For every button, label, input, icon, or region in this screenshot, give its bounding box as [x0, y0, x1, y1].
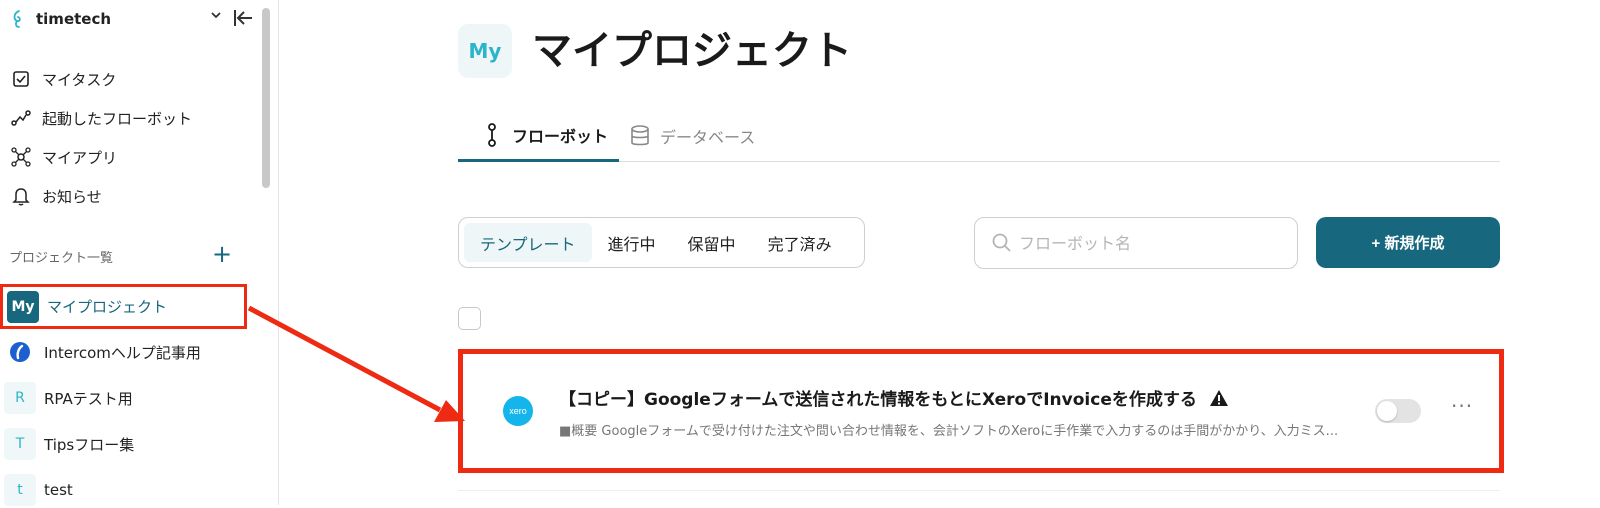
workspace-name: timetech — [36, 10, 112, 28]
project-item-test[interactable]: t test — [4, 472, 244, 508]
project-label: マイプロジェクト — [47, 298, 168, 316]
sidebar-divider — [278, 0, 279, 505]
flowbot-description: ■概要 Googleフォームで受け付けた注文や問い合わせ情報を、会計ソフトのXe… — [559, 424, 1339, 439]
tab-bar: フローボット データベース — [458, 110, 1500, 162]
page-title: マイプロジェクト — [532, 28, 852, 74]
yoom-logo-icon — [10, 9, 26, 29]
next-card-edge — [458, 490, 1500, 505]
collapse-sidebar-icon[interactable] — [232, 7, 254, 29]
nav-my-apps[interactable]: マイアプリ — [10, 144, 250, 170]
search-icon — [991, 232, 1013, 254]
filter-template[interactable]: テンプレート — [464, 223, 592, 262]
sidebar: timetech マイタスク 起動したフローボット マイアプリ お知らせ プロジ… — [0, 0, 256, 508]
project-badge: t — [4, 474, 36, 506]
nav-label: マイタスク — [42, 70, 117, 89]
tab-flowbot[interactable]: フローボット — [458, 110, 619, 162]
project-label: test — [44, 481, 73, 499]
project-badge: R — [4, 382, 36, 414]
nav-label: お知らせ — [42, 187, 102, 206]
select-all-checkbox[interactable] — [458, 307, 481, 330]
tab-database[interactable]: データベース — [630, 110, 755, 161]
filter-on-hold[interactable]: 保留中 — [672, 223, 752, 262]
bell-icon — [10, 185, 32, 207]
filter-in-progress[interactable]: 進行中 — [592, 223, 672, 262]
nav-my-tasks[interactable]: マイタスク — [10, 66, 250, 92]
tab-label: データベース — [660, 127, 756, 147]
search-input[interactable] — [1019, 233, 1289, 253]
apps-hub-icon — [10, 146, 32, 168]
nav-launched-flowbots[interactable]: 起動したフローボット — [10, 105, 250, 131]
add-project-icon[interactable]: + — [212, 242, 232, 266]
project-label: Tipsフロー集 — [44, 435, 135, 454]
project-item-tips[interactable]: T Tipsフロー集 — [4, 426, 244, 462]
status-filter: テンプレート 進行中 保留中 完了済み — [458, 217, 865, 268]
project-item-intercom[interactable]: Intercomヘルプ記事用 — [4, 334, 244, 370]
flowbot-title[interactable]: 【コピー】Googleフォームで送信された情報をもとにXeroでInvoiceを… — [559, 390, 1197, 410]
project-label: Intercomヘルプ記事用 — [44, 343, 201, 362]
checkbox-icon — [10, 68, 32, 90]
nav-label: マイアプリ — [42, 148, 118, 167]
projects-header-label: プロジェクト一覧 — [9, 250, 114, 266]
sidebar-scrollbar[interactable] — [262, 8, 270, 188]
project-icon: My — [458, 24, 512, 78]
project-badge: My — [7, 290, 39, 323]
flowbot-enable-toggle[interactable] — [1375, 399, 1421, 423]
nav-notifications[interactable]: お知らせ — [10, 183, 250, 209]
chevron-down-icon[interactable] — [210, 9, 222, 25]
tab-label: フローボット — [512, 126, 609, 146]
new-flowbot-button[interactable]: + 新規作成 — [1316, 217, 1500, 268]
flow-icon — [10, 107, 32, 129]
database-icon — [630, 124, 650, 148]
project-label: RPAテスト用 — [44, 389, 133, 408]
flowbot-title-row: 【コピー】Googleフォームで送信された情報をもとにXeroでInvoiceを… — [559, 385, 1229, 412]
projects-header: プロジェクト一覧 + — [9, 242, 241, 266]
flowbot-search — [974, 217, 1298, 269]
filter-completed[interactable]: 完了済み — [752, 223, 848, 262]
project-item-rpa-test[interactable]: R RPAテスト用 — [4, 380, 244, 416]
nav-label: 起動したフローボット — [42, 109, 193, 128]
flowbot-card[interactable]: xero 【コピー】Googleフォームで送信された情報をもとにXeroでInv… — [458, 349, 1504, 473]
project-badge: T — [4, 428, 36, 460]
flowbot-icon — [482, 122, 502, 147]
project-item-my-project[interactable]: My マイプロジェクト — [0, 284, 247, 329]
more-options-icon[interactable]: ··· — [1451, 394, 1473, 418]
xero-app-icon: xero — [503, 396, 533, 426]
intercom-project-icon — [4, 336, 36, 368]
warning-icon — [1209, 389, 1229, 412]
workspace-switcher[interactable]: timetech — [10, 8, 252, 30]
